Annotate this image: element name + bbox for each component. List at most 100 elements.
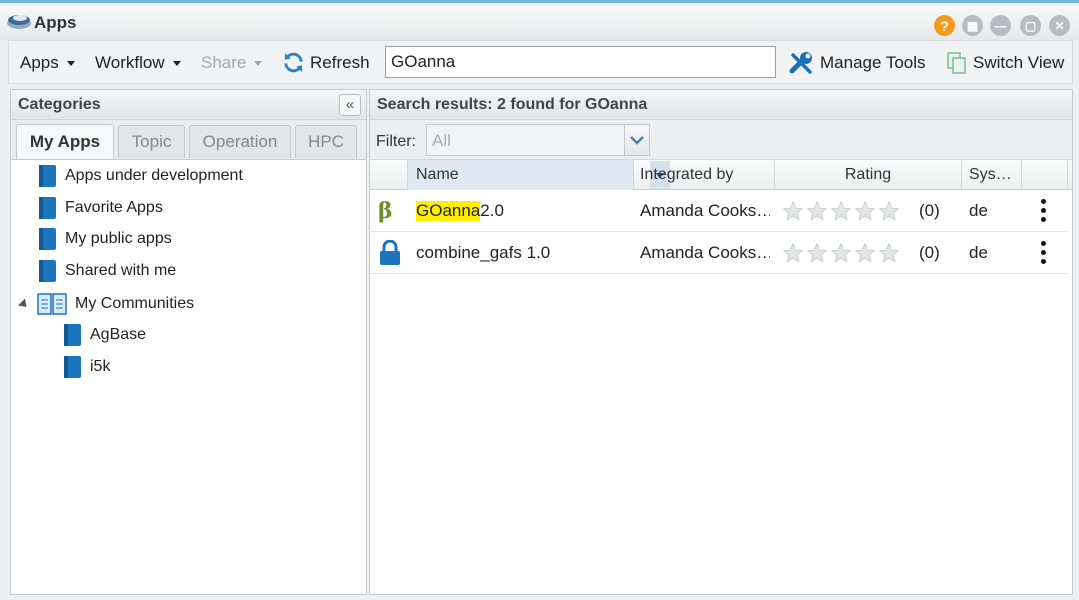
rating-count: (0) xyxy=(919,200,940,220)
column-header-label: Rating xyxy=(844,166,892,183)
maximize-icon[interactable]: ▢ xyxy=(1020,15,1041,36)
manage-tools-label: Manage Tools xyxy=(820,53,926,72)
star-icon[interactable] xyxy=(782,200,804,222)
book-icon xyxy=(39,197,56,219)
results-title: Search results: 2 found for GOanna xyxy=(377,96,648,113)
star-icon[interactable] xyxy=(878,242,900,264)
categories-header: Categories « xyxy=(11,90,366,120)
help-icon[interactable]: ? xyxy=(934,15,955,36)
star-icon[interactable] xyxy=(854,242,876,264)
wrench-icon xyxy=(789,52,812,74)
column-header-label: Name xyxy=(416,166,459,183)
search-input[interactable] xyxy=(385,46,776,78)
system-cell: de xyxy=(969,200,988,220)
tab-topic[interactable]: Topic xyxy=(118,125,185,158)
toolbar: Apps Workflow Share Refresh GOanna Manag… xyxy=(8,40,1073,84)
integrated-by-cell: Amanda Cooks… xyxy=(640,200,770,220)
chevron-down-icon xyxy=(172,60,181,66)
integrated-by-cell: Amanda Cooks… xyxy=(640,242,770,262)
rating-count: (0) xyxy=(919,242,940,262)
star-icon[interactable] xyxy=(806,200,828,222)
open-book-icon xyxy=(37,293,67,315)
apps-window: Apps ? ▦ — ▢ ✕ Apps Workflow Share Refre xyxy=(0,0,1079,600)
tree-item-favorite-apps[interactable]: Favorite Apps xyxy=(37,193,163,223)
close-icon[interactable]: ✕ xyxy=(1049,15,1070,36)
app-name-rest: combine_gafs 1.0 xyxy=(416,242,551,262)
tree-item-my-communities[interactable]: My Communities xyxy=(37,289,194,319)
tree-item-label: i5k xyxy=(90,358,111,375)
tree-item-apps-under-development[interactable]: Apps under development xyxy=(37,161,243,191)
column-header-name[interactable]: Name xyxy=(408,160,670,190)
tab-my-apps[interactable]: My Apps xyxy=(16,124,114,159)
system-cell: de xyxy=(969,242,988,262)
row-actions-menu-icon[interactable] xyxy=(1032,190,1054,231)
column-header-label: Sys… xyxy=(969,166,1012,183)
tree-item-shared-with-me[interactable]: Shared with me xyxy=(37,256,176,286)
categories-title: Categories xyxy=(18,96,101,113)
rating-stars[interactable] xyxy=(782,232,907,273)
table-row[interactable]: combine_gafs 1.0 Amanda Cooks… (0) de xyxy=(370,232,1067,274)
share-menu-button[interactable]: Share xyxy=(201,53,263,73)
chevron-down-icon xyxy=(254,60,263,66)
column-header-system[interactable]: Sys… xyxy=(962,160,1022,190)
refresh-button[interactable]: Refresh xyxy=(282,51,370,74)
refresh-icon xyxy=(284,52,303,73)
apps-menu-label: Apps xyxy=(20,53,59,72)
filter-label: Filter: xyxy=(376,133,416,150)
star-icon[interactable] xyxy=(830,242,852,264)
column-header-integrated-by[interactable]: Integrated by xyxy=(634,160,775,190)
tree-item-agbase[interactable]: AgBase xyxy=(62,320,146,350)
collapse-panel-icon[interactable]: « xyxy=(339,94,361,116)
tree-item-i5k[interactable]: i5k xyxy=(62,352,110,382)
workflow-menu-label: Workflow xyxy=(95,53,165,72)
tree-item-my-public-apps[interactable]: My public apps xyxy=(37,224,172,254)
manage-tools-button[interactable]: Manage Tools xyxy=(789,50,926,76)
column-header-icon xyxy=(370,160,408,190)
book-icon xyxy=(39,260,56,282)
category-tabs: My Apps Topic Operation HPC xyxy=(11,120,366,160)
tab-operation[interactable]: Operation xyxy=(189,125,291,158)
star-icon[interactable] xyxy=(854,200,876,222)
cyverse-logo-icon xyxy=(7,15,31,29)
switch-view-icon xyxy=(947,52,966,74)
apps-menu-button[interactable]: Apps xyxy=(20,53,75,73)
filter-select[interactable]: All xyxy=(426,124,650,156)
layout-icon[interactable]: ▦ xyxy=(962,15,983,36)
rating-stars[interactable] xyxy=(782,190,907,231)
tree-item-label: AgBase xyxy=(90,326,147,343)
star-icon[interactable] xyxy=(806,242,828,264)
tree-item-label: Apps under development xyxy=(65,167,243,184)
app-name-cell[interactable]: GOanna 2.0 xyxy=(416,190,632,231)
book-icon xyxy=(39,228,56,250)
book-icon xyxy=(64,324,81,346)
search-highlight: GOanna xyxy=(416,200,481,221)
tree-item-label: My Communities xyxy=(75,295,195,312)
filter-value: All xyxy=(432,131,451,150)
chevron-down-icon xyxy=(630,136,644,145)
categories-panel: Categories « My Apps Topic Operation HPC… xyxy=(10,89,367,595)
filter-dropdown-button[interactable] xyxy=(624,125,649,155)
title-bar: Apps ? ▦ — ▢ ✕ xyxy=(0,6,1079,40)
tree-item-label: Favorite Apps xyxy=(65,199,163,216)
results-header: Search results: 2 found for GOanna xyxy=(370,90,1072,120)
app-name-cell[interactable]: combine_gafs 1.0 xyxy=(416,232,632,273)
switch-view-label: Switch View xyxy=(973,53,1065,72)
tab-hpc[interactable]: HPC xyxy=(295,125,357,158)
column-header-actions xyxy=(1022,160,1068,190)
row-actions-menu-icon[interactable] xyxy=(1032,232,1054,273)
star-icon[interactable] xyxy=(878,200,900,222)
tree-expand-toggle-icon[interactable] xyxy=(17,298,31,311)
minimize-icon[interactable]: — xyxy=(990,15,1011,36)
column-header-rating[interactable]: Rating xyxy=(775,160,962,190)
app-name-rest: 2.0 xyxy=(480,200,504,220)
star-icon[interactable] xyxy=(830,200,852,222)
book-icon xyxy=(64,356,81,378)
tree-item-label: My public apps xyxy=(65,230,172,247)
workflow-menu-button[interactable]: Workflow xyxy=(95,53,181,73)
grid-header: Name Integrated by Rating Sys… xyxy=(370,160,1072,190)
share-menu-label: Share xyxy=(201,53,247,72)
table-row[interactable]: β GOanna 2.0 Amanda Cooks… (0) de xyxy=(370,190,1067,232)
column-header-label: Integrated by xyxy=(640,166,734,183)
star-icon[interactable] xyxy=(782,242,804,264)
switch-view-button[interactable]: Switch View xyxy=(946,51,1064,75)
